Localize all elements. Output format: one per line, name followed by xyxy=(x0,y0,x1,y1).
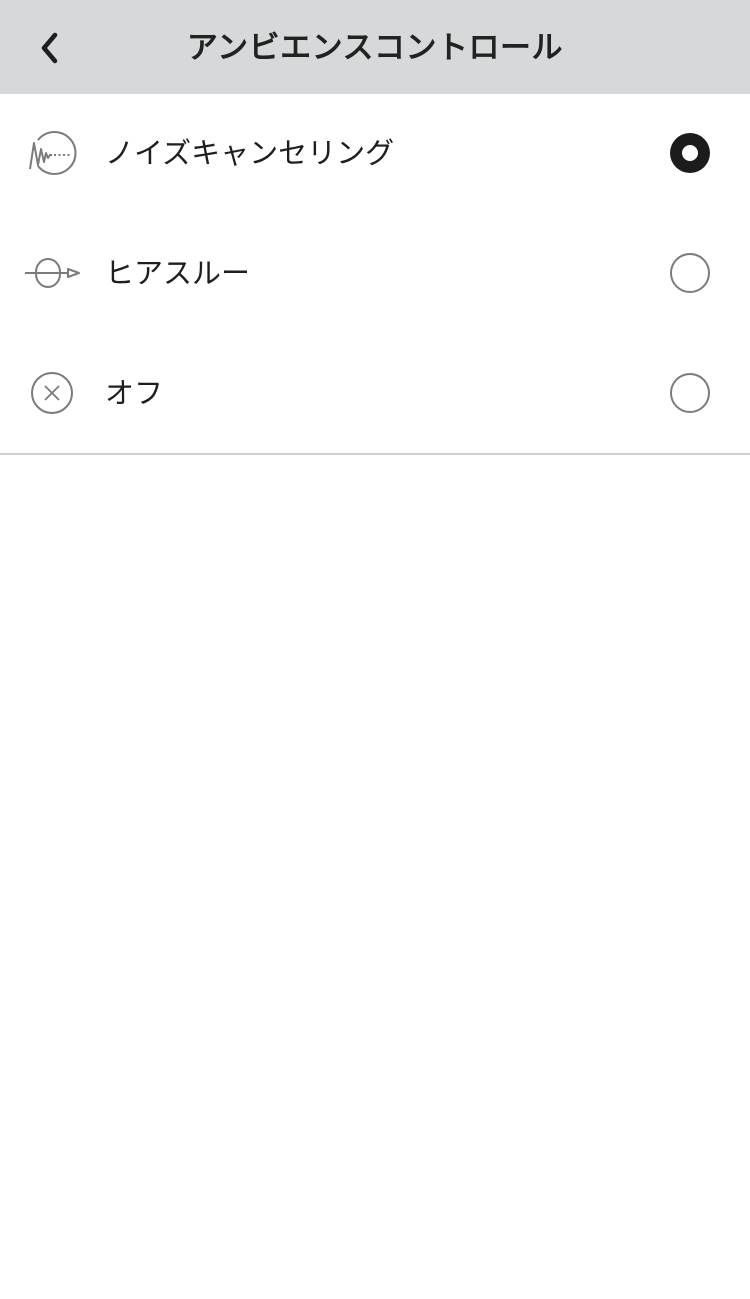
option-hear-through[interactable]: ヒアスルー xyxy=(0,214,750,334)
noise-cancelling-icon xyxy=(22,127,82,179)
option-label: ヒアスルー xyxy=(105,256,251,290)
hear-through-icon xyxy=(22,247,82,299)
off-x-circle-icon xyxy=(22,367,82,419)
option-noise-cancelling[interactable]: ノイズキャンセリング xyxy=(0,94,750,214)
option-label: ノイズキャンセリング xyxy=(105,136,395,170)
radio-button[interactable] xyxy=(670,373,710,413)
page-title: アンビエンスコントロール xyxy=(186,30,564,66)
option-label: オフ xyxy=(105,376,164,410)
back-button[interactable] xyxy=(22,22,78,74)
header-bar: アンビエンスコントロール xyxy=(0,0,750,94)
option-off[interactable]: オフ xyxy=(0,334,750,454)
ambience-options-list: ノイズキャンセリング ヒアスルー オフ xyxy=(0,94,750,454)
list-divider xyxy=(0,453,750,455)
radio-button-selected[interactable] xyxy=(670,133,710,173)
radio-button[interactable] xyxy=(670,253,710,293)
chevron-left-icon xyxy=(41,32,58,64)
